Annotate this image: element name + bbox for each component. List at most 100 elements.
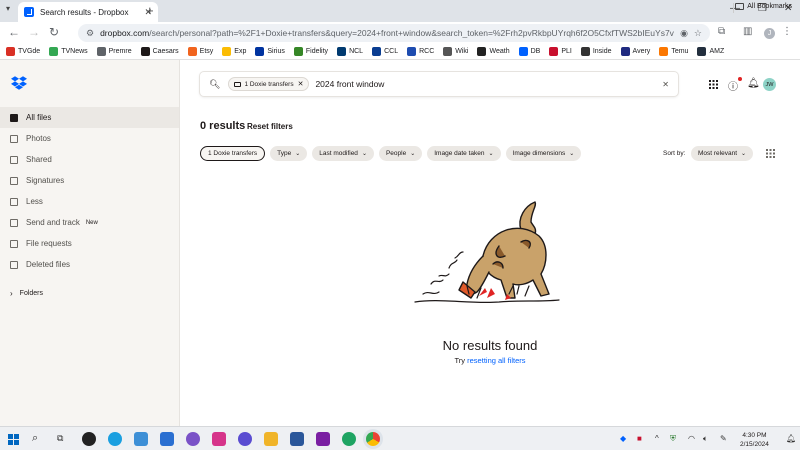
bookmark-item[interactable]: TVNews xyxy=(49,47,88,56)
sidebar-item-label: Less xyxy=(26,197,43,206)
chevron-down-icon: ⌄ xyxy=(488,151,494,157)
dropbox-favicon-icon xyxy=(24,7,34,17)
app-icon[interactable] xyxy=(108,432,122,446)
bookmark-item[interactable]: Weath xyxy=(477,47,510,56)
sidebar-item-signatures[interactable]: Signatures xyxy=(0,170,179,191)
eye-icon[interactable]: ◉ xyxy=(680,28,688,39)
search-scope-chip[interactable]: 1 Doxie transfers ✕ xyxy=(228,77,310,91)
address-bar[interactable]: ⚙ dropbox.com/search/personal?path=%2F1+… xyxy=(78,24,710,42)
bookmark-item[interactable]: CCL xyxy=(372,47,398,56)
reset-all-filters-link[interactable]: resetting all filters xyxy=(467,356,525,365)
folders-section[interactable]: › Folders xyxy=(10,289,43,298)
reset-filters-link[interactable]: Reset filters xyxy=(247,122,293,131)
search-icon: 🔍︎ xyxy=(209,78,221,89)
app-icon[interactable] xyxy=(186,432,200,446)
bookmark-item[interactable]: RCC xyxy=(407,47,434,56)
sidebar-item-deleted-files[interactable]: Deleted files xyxy=(0,254,179,275)
sidebar-item-less[interactable]: Less xyxy=(0,191,179,212)
dropbox-tray-icon[interactable]: ◆ xyxy=(620,434,626,443)
bookmark-item[interactable]: DB xyxy=(518,47,540,56)
browser-tab[interactable]: Search results - Dropbox ✕ xyxy=(18,2,158,22)
app-icon[interactable] xyxy=(212,432,226,446)
bookmark-label: Wiki xyxy=(455,48,469,55)
bookmark-label: Premre xyxy=(108,48,132,55)
filter-type[interactable]: Type ⌄ xyxy=(270,146,308,161)
filter-1-doxie-transfers[interactable]: 1 Doxie transfers xyxy=(200,146,266,161)
extensions-icon[interactable]: ⧉ xyxy=(718,26,725,37)
filter-people[interactable]: People ⌄ xyxy=(378,146,423,161)
dropbox-logo-icon[interactable] xyxy=(11,76,27,90)
forward-icon[interactable]: → xyxy=(28,25,40,39)
tab-search-icon[interactable]: ▾ xyxy=(6,4,16,14)
system-clock[interactable]: 4:30 PM 2/15/2024 xyxy=(740,431,769,449)
sidebar-item-all-files[interactable]: All files xyxy=(0,107,179,128)
bookmark-item[interactable]: Fidelity xyxy=(293,47,328,56)
chevron-down-icon: ⌄ xyxy=(410,151,416,157)
bookmark-item[interactable]: NCL xyxy=(337,47,363,56)
file-explorer-icon[interactable] xyxy=(264,432,278,446)
sidebar-toggle-icon[interactable]: ▥ xyxy=(743,26,752,37)
all-bookmarks-button[interactable]: All Bookmarks xyxy=(735,3,792,10)
windows-start-icon[interactable] xyxy=(8,434,19,445)
grid-view-icon[interactable] xyxy=(766,149,775,158)
chevron-up-icon[interactable]: ^ xyxy=(655,434,659,443)
bookmark-favicon-icon xyxy=(222,47,232,56)
wifi-icon[interactable]: ◠ xyxy=(688,434,695,443)
bookmark-item[interactable]: Exp xyxy=(222,47,246,56)
sidebar-item-shared[interactable]: Shared xyxy=(0,149,179,170)
bookmark-item[interactable]: PLI xyxy=(549,47,572,56)
bookmark-item[interactable]: Sirius xyxy=(255,47,285,56)
site-info-icon[interactable]: ⚙ xyxy=(86,28,94,39)
bookmark-item[interactable]: Etsy xyxy=(187,47,213,56)
volume-icon[interactable]: 🔈︎ xyxy=(703,434,708,444)
back-icon[interactable]: ← xyxy=(8,25,20,39)
bookmark-item[interactable]: Premre xyxy=(96,47,132,56)
mail-icon[interactable] xyxy=(316,432,330,446)
edge-icon[interactable] xyxy=(342,432,356,446)
filter-image-dimensions[interactable]: Image dimensions ⌄ xyxy=(505,146,582,161)
search-chip-label: 1 Doxie transfers xyxy=(244,80,294,88)
search-bar[interactable]: 🔍︎ 1 Doxie transfers ✕ 2024 front window… xyxy=(200,72,678,96)
user-avatar[interactable]: JW xyxy=(763,78,776,91)
bell-icon[interactable]: 🔔︎ xyxy=(747,78,760,89)
filter-last-modified[interactable]: Last modified ⌄ xyxy=(312,146,374,161)
app-icon[interactable] xyxy=(134,432,148,446)
bookmark-item[interactable]: Avery xyxy=(620,47,650,56)
task-view-icon[interactable]: ⧉ xyxy=(57,433,63,444)
notification-bell-icon[interactable]: 🔔︎ xyxy=(786,434,796,443)
app-icon[interactable] xyxy=(238,432,252,446)
bookmark-item[interactable]: Inside xyxy=(580,47,612,56)
search-icon[interactable]: ⌕ xyxy=(32,432,38,445)
sidebar-item-photos[interactable]: Photos xyxy=(0,128,179,149)
new-tab-button[interactable]: + xyxy=(146,3,154,18)
chip-remove-icon[interactable]: ✕ xyxy=(298,80,304,88)
bookmark-star-icon[interactable]: ☆ xyxy=(694,28,702,39)
menu-icon[interactable]: ⋮ xyxy=(782,26,792,37)
security-tray-icon[interactable]: ■ xyxy=(637,434,642,443)
shield-tray-icon[interactable]: ⛨ xyxy=(670,434,676,444)
search-input[interactable]: 2024 front window xyxy=(315,79,662,89)
bookmark-favicon-icon xyxy=(659,47,669,56)
bookmark-label: Sirius xyxy=(267,48,285,55)
sidebar-item-icon xyxy=(10,239,18,248)
clear-search-icon[interactable]: ✕ xyxy=(662,80,669,89)
word-icon[interactable] xyxy=(290,432,304,446)
browser-profile-avatar[interactable]: J xyxy=(764,28,775,39)
sort-dropdown[interactable]: Most relevant ⌄ xyxy=(691,146,754,161)
pen-icon[interactable]: ✎ xyxy=(720,434,727,443)
app-icon[interactable] xyxy=(160,432,174,446)
sidebar-item-file-requests[interactable]: File requests xyxy=(0,233,179,254)
bookmark-item[interactable]: AMZ xyxy=(697,47,724,56)
help-icon[interactable]: ⓘ xyxy=(728,78,738,93)
dell-icon[interactable] xyxy=(82,432,96,446)
reload-icon[interactable]: ↻ xyxy=(49,25,59,39)
bookmark-item[interactable]: Wiki xyxy=(443,47,468,56)
chrome-icon[interactable] xyxy=(366,432,380,446)
filter-image-date-taken[interactable]: Image date taken ⌄ xyxy=(427,146,501,161)
sidebar-item-send-and-track[interactable]: Send and track New xyxy=(0,212,179,233)
sidebar-item-label: File requests xyxy=(26,239,72,248)
apps-grid-icon[interactable] xyxy=(709,80,718,89)
bookmark-item[interactable]: TVGde xyxy=(6,47,40,56)
bookmark-item[interactable]: Caesars xyxy=(140,47,179,56)
bookmark-item[interactable]: Temu xyxy=(659,47,688,56)
